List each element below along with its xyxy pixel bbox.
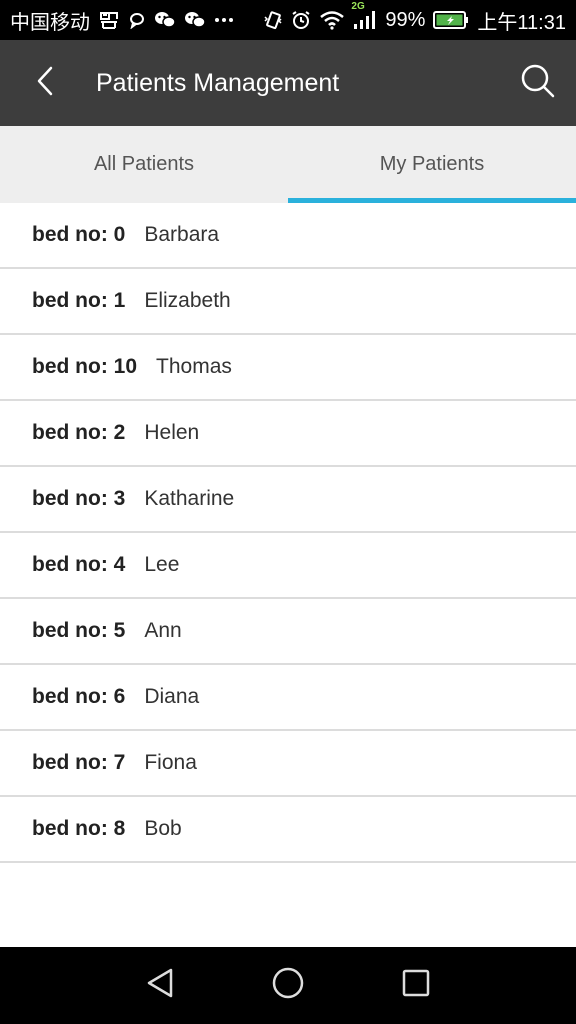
nav-home-button[interactable] [224, 947, 352, 1024]
app-bar: Patients Management [0, 40, 576, 126]
patient-name: Katharine [144, 487, 235, 510]
tab-label: All Patients [93, 153, 195, 175]
patient-row[interactable]: bed no: 10 Thomas [0, 335, 576, 401]
patient-name: Ann [144, 619, 182, 642]
alarm-icon [291, 9, 311, 31]
back-triangle-icon [145, 967, 175, 1004]
bed-number: bed no: 2 [32, 421, 126, 444]
home-circle-icon [272, 967, 304, 1004]
patient-name: Diana [144, 685, 200, 708]
patient-row[interactable]: bed no: 4 Lee [0, 533, 576, 599]
status-left: 中国移动 [10, 6, 263, 35]
signal-icon: 2G [351, 1, 377, 31]
bed-number: bed no: 8 [32, 817, 126, 840]
tab-bar: All Patients My Patients [0, 126, 576, 203]
back-arrow-icon [35, 65, 55, 102]
patient-name: Helen [144, 421, 200, 444]
back-button[interactable] [0, 40, 90, 126]
screen: 中国移动 2G 99% 上午11:31 Patients Management … [0, 0, 576, 1024]
patient-name: Barbara [144, 223, 220, 246]
patient-name: Bob [144, 817, 182, 840]
patient-row[interactable]: bed no: 8 Bob [0, 797, 576, 863]
search-button[interactable] [500, 40, 576, 126]
patient-name: Fiona [144, 751, 197, 774]
bed-number: bed no: 5 [32, 619, 126, 642]
wechat-icon [184, 9, 206, 31]
battery-percent: 99% [385, 8, 426, 31]
system-nav-bar [0, 947, 576, 1024]
network-badge: 2G [351, 1, 365, 12]
bed-number: bed no: 3 [32, 487, 126, 510]
patient-name: Lee [144, 553, 180, 576]
clock: 上午11:31 [477, 11, 566, 34]
carrier-name: 中国移动 [10, 11, 90, 34]
search-icon [520, 63, 556, 104]
recents-square-icon [401, 968, 431, 1003]
chat-bubble-icon [128, 9, 146, 31]
tab-my-patients[interactable]: My Patients [288, 126, 576, 203]
patient-row[interactable]: bed no: 5 Ann [0, 599, 576, 665]
tab-label: My Patients [379, 153, 485, 175]
tab-all-patients[interactable]: All Patients [0, 126, 288, 203]
patient-row[interactable]: bed no: 6 Diana [0, 665, 576, 731]
patient-list: bed no: 0 Barbara bed no: 1 Elizabeth be… [0, 203, 576, 863]
nav-back-button[interactable] [96, 947, 224, 1024]
status-bar: 中国移动 2G 99% 上午11:31 [0, 0, 576, 40]
more-dots-icon [214, 9, 234, 31]
page-title: Patients Management [96, 68, 340, 97]
bed-number: bed no: 0 [32, 223, 126, 246]
wechat-icon [154, 9, 176, 31]
patient-row[interactable]: bed no: 2 Helen [0, 401, 576, 467]
patient-row[interactable]: bed no: 7 Fiona [0, 731, 576, 797]
wifi-icon [319, 9, 345, 31]
nav-recents-button[interactable] [352, 947, 480, 1024]
patient-name: Elizabeth [144, 289, 231, 312]
patient-row[interactable]: bed no: 3 Katharine [0, 467, 576, 533]
sim-icon [98, 9, 120, 31]
bed-number: bed no: 7 [32, 751, 126, 774]
bed-number: bed no: 1 [32, 289, 126, 312]
vibrate-icon [263, 9, 283, 31]
patient-name: Thomas [156, 355, 232, 378]
patient-row[interactable]: bed no: 0 Barbara [0, 203, 576, 269]
bed-number: bed no: 6 [32, 685, 126, 708]
bed-number: bed no: 10 [32, 355, 138, 378]
status-right: 2G 99% 上午11:31 [263, 1, 566, 35]
battery-icon [433, 9, 469, 31]
bed-number: bed no: 4 [32, 553, 126, 576]
patient-row[interactable]: bed no: 1 Elizabeth [0, 269, 576, 335]
